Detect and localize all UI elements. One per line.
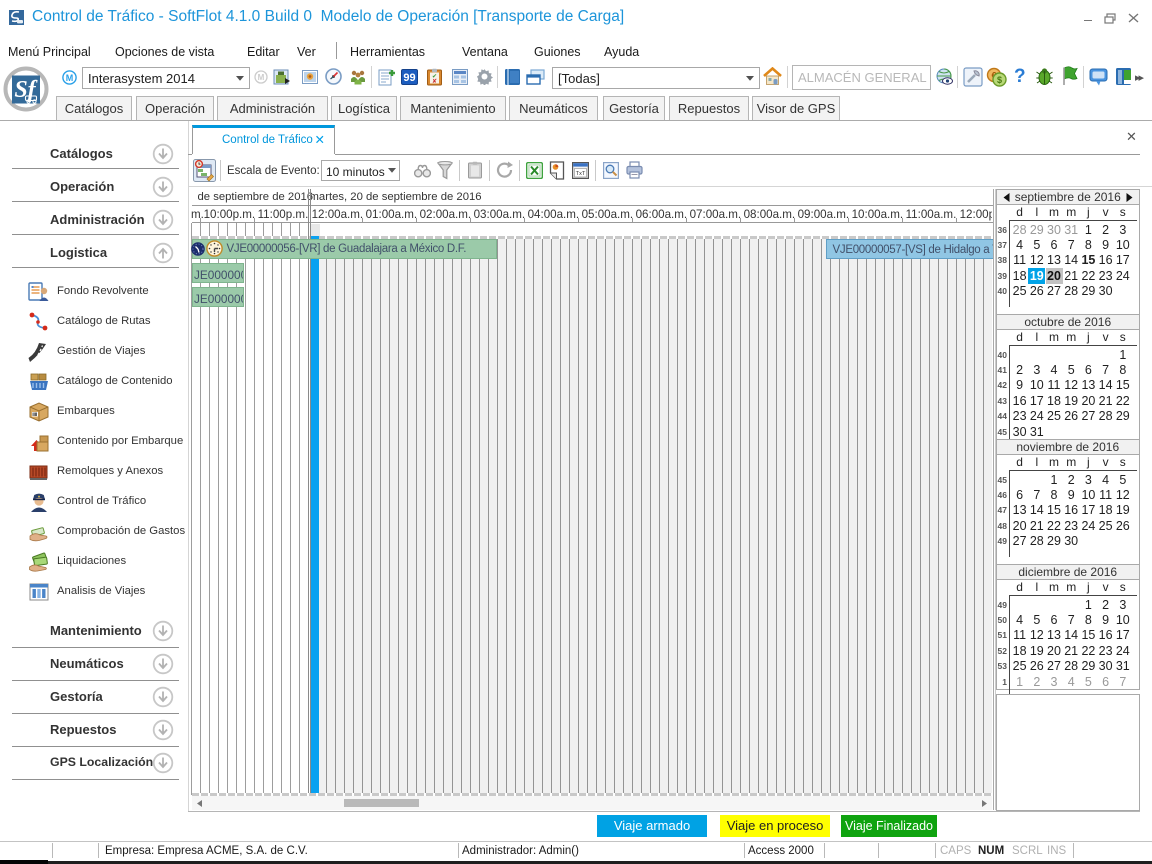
svg-text:TxT: TxT [576,171,586,177]
svg-text:✘: ✘ [432,78,437,85]
svg-text:M: M [258,73,265,82]
svg-text:99: 99 [403,72,415,84]
svg-text:M: M [66,72,74,82]
svg-text:$: $ [997,75,1002,85]
